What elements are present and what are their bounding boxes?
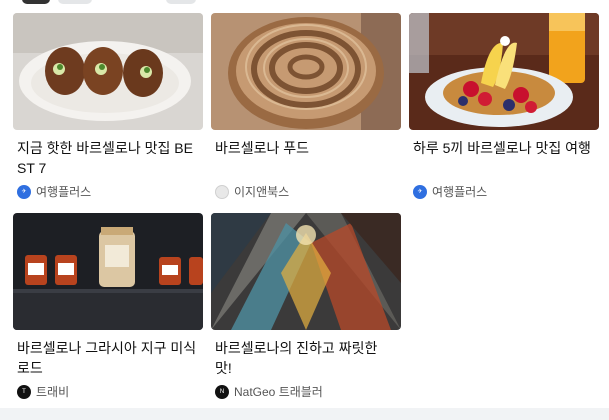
card-thumbnail-jars[interactable]: [13, 213, 203, 330]
card-source-name: 트래비: [36, 385, 70, 399]
content-card[interactable]: 바르셀로나 그라시아 지구 미식 로드 T 트래비: [13, 213, 203, 399]
content-card[interactable]: 바르셀로나의 진하고 짜릿한 맛! N NatGeo 트래블러: [211, 213, 401, 399]
card-title[interactable]: 바르셀로나의 진하고 짜릿한 맛!: [211, 338, 397, 378]
natgeo-logo-icon: N: [215, 384, 229, 399]
card-source-name: NatGeo 트래블러: [234, 385, 323, 399]
card-source-name: 이지앤북스: [234, 185, 290, 199]
easybooks-logo-icon: [215, 184, 229, 199]
card-thumbnail-sagrada-familia[interactable]: [211, 213, 401, 330]
tab-pill-light[interactable]: [58, 0, 92, 4]
card-source[interactable]: N NatGeo 트래블러: [215, 383, 323, 400]
card-source-name: 여행플러스: [36, 185, 92, 199]
card-title[interactable]: 지금 핫한 바르셀로나 맛집 BEST 7: [13, 138, 199, 178]
card-source[interactable]: ✈ 여행플러스: [17, 183, 91, 200]
content-card[interactable]: 지금 핫한 바르셀로나 맛집 BEST 7 ✈ 여행플러스: [13, 13, 203, 199]
tab-pill-light-2[interactable]: [166, 0, 196, 4]
bottom-divider: [0, 408, 609, 420]
card-title[interactable]: 하루 5끼 바르셀로나 맛집 여행: [409, 138, 595, 158]
card-source[interactable]: T 트래비: [17, 383, 69, 400]
card-thumbnail-croquettes[interactable]: [13, 13, 203, 130]
card-thumbnail-bread[interactable]: [211, 13, 401, 130]
card-source-name: 여행플러스: [432, 185, 488, 199]
content-card[interactable]: 하루 5끼 바르셀로나 맛집 여행 ✈ 여행플러스: [409, 13, 599, 199]
card-thumbnail-pancakes[interactable]: [409, 13, 599, 130]
travie-logo-icon: T: [17, 384, 31, 399]
content-card[interactable]: 바르셀로나 푸드 이지앤북스: [211, 13, 401, 199]
card-source[interactable]: 이지앤북스: [215, 183, 289, 200]
travelplus-logo-icon: ✈: [413, 184, 427, 199]
card-title[interactable]: 바르셀로나 그라시아 지구 미식 로드: [13, 338, 199, 378]
travelplus-logo-icon: ✈: [17, 184, 31, 199]
card-source[interactable]: ✈ 여행플러스: [413, 183, 487, 200]
tab-pill-dark[interactable]: [22, 0, 50, 4]
card-title[interactable]: 바르셀로나 푸드: [211, 138, 397, 158]
